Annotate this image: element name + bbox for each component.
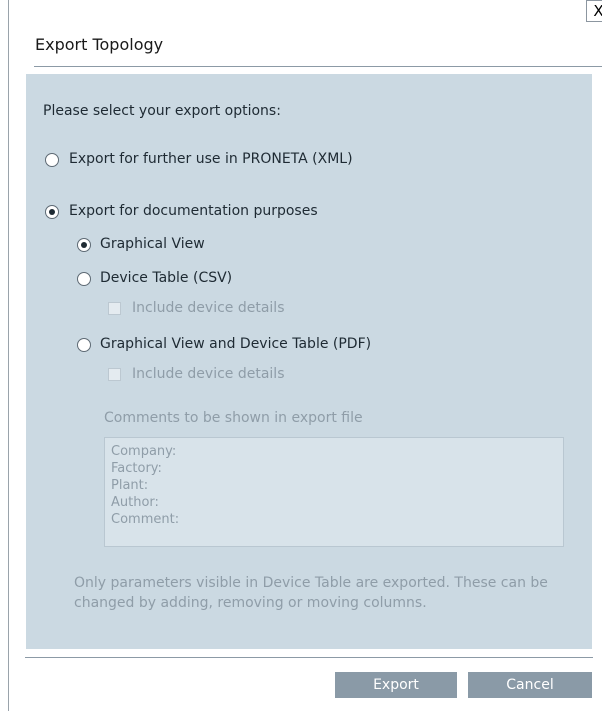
- checkbox-pdf-include-details-label: Include device details: [132, 366, 285, 382]
- checkbox-csv-include-details[interactable]: [108, 302, 121, 315]
- comment-line: Factory:: [111, 461, 162, 476]
- comment-line: Company:: [111, 444, 177, 459]
- radio-device-table-csv-label[interactable]: Device Table (CSV): [100, 270, 232, 286]
- radio-export-documentation[interactable]: [45, 205, 59, 219]
- comments-textarea[interactable]: Company: Factory: Plant: Author: Comment…: [104, 437, 564, 547]
- close-button[interactable]: X: [586, 0, 602, 22]
- radio-graphical-view[interactable]: [77, 238, 91, 252]
- options-prompt: Please select your export options:: [43, 103, 281, 119]
- radio-device-table-csv[interactable]: [77, 272, 91, 286]
- comment-line: Plant:: [111, 478, 149, 493]
- export-note: Only parameters visible in Device Table …: [74, 575, 548, 611]
- close-icon: X: [593, 2, 602, 20]
- comment-line: Comment:: [111, 512, 180, 527]
- radio-graphical-view-label[interactable]: Graphical View: [100, 236, 205, 252]
- comment-line: Author:: [111, 495, 159, 510]
- footer-divider: [25, 657, 593, 658]
- radio-export-documentation-label[interactable]: Export for documentation purposes: [69, 203, 318, 219]
- checkbox-pdf-include-details[interactable]: [108, 368, 121, 381]
- dialog-title: Export Topology: [35, 35, 164, 54]
- cancel-button[interactable]: Cancel: [468, 672, 592, 698]
- radio-export-xml[interactable]: [45, 153, 59, 167]
- title-divider: [34, 66, 602, 67]
- radio-graphical-and-table-pdf-label[interactable]: Graphical View and Device Table (PDF): [100, 336, 371, 352]
- radio-graphical-and-table-pdf[interactable]: [77, 338, 91, 352]
- radio-export-xml-label[interactable]: Export for further use in PRONETA (XML): [69, 151, 353, 167]
- export-button[interactable]: Export: [335, 672, 457, 698]
- checkbox-csv-include-details-label: Include device details: [132, 300, 285, 316]
- comments-label: Comments to be shown in export file: [104, 410, 363, 426]
